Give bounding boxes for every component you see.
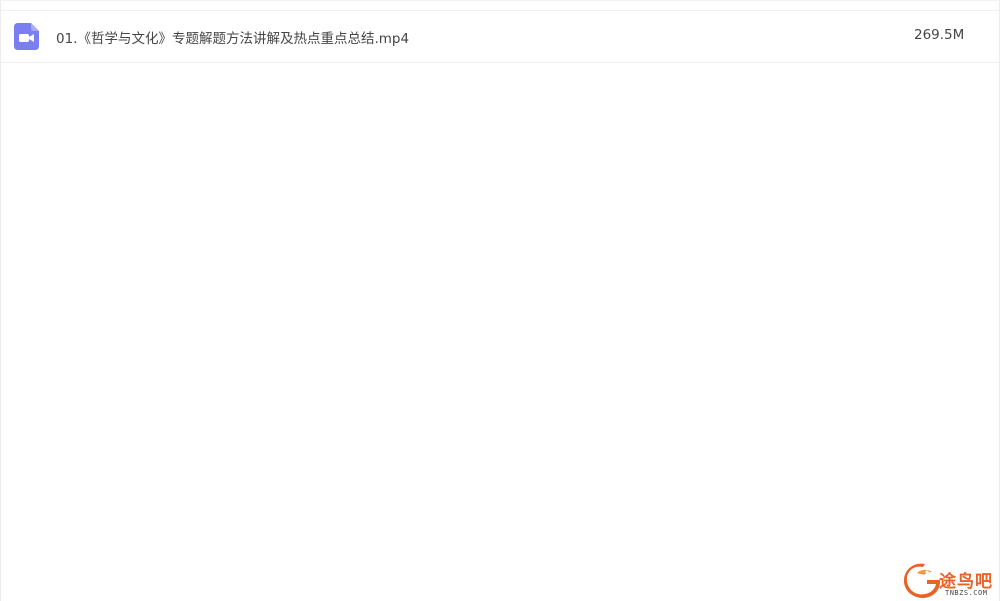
bird-logo-icon <box>903 563 941 598</box>
file-browser-panel: 01.《哲学与文化》专题解题方法讲解及热点重点总结.mp4 269.5M 途鸟吧… <box>0 0 1000 601</box>
file-size: 269.5M <box>914 27 965 43</box>
file-list: 01.《哲学与文化》专题解题方法讲解及热点重点总结.mp4 269.5M <box>1 10 999 63</box>
video-file-icon <box>14 23 39 50</box>
watermark: 途鸟吧 TNBZS.COM <box>903 561 999 601</box>
file-row[interactable]: 01.《哲学与文化》专题解题方法讲解及热点重点总结.mp4 269.5M <box>1 10 999 63</box>
watermark-domain: TNBZS.COM <box>945 589 988 597</box>
file-name[interactable]: 01.《哲学与文化》专题解题方法讲解及热点重点总结.mp4 <box>56 27 409 47</box>
